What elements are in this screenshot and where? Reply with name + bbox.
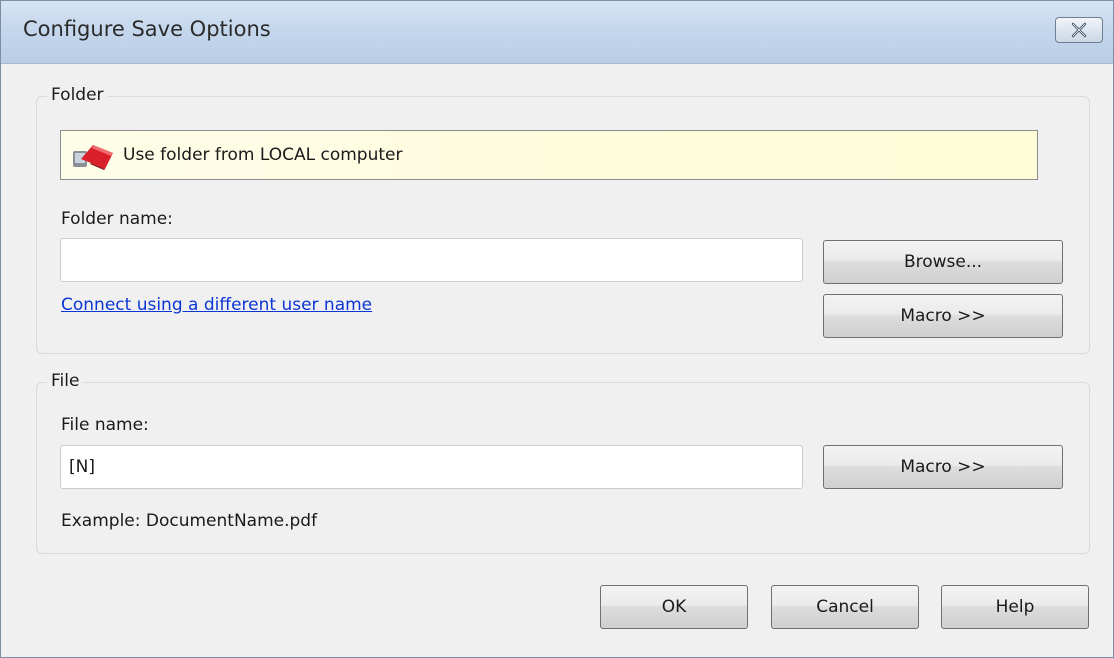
ok-button[interactable]: OK — [600, 585, 748, 629]
close-button[interactable] — [1055, 17, 1103, 43]
window-title: Configure Save Options — [23, 17, 271, 41]
file-name-example: Example: DocumentName.pdf — [61, 511, 318, 531]
connect-different-user-link[interactable]: Connect using a different user name — [61, 295, 372, 315]
close-icon — [1071, 22, 1087, 38]
configure-save-options-dialog: Configure Save Options Folder Use folder… — [0, 0, 1114, 658]
folder-name-label: Folder name: — [61, 209, 173, 229]
folder-macro-button[interactable]: Macro >> — [823, 294, 1063, 338]
title-bar: Configure Save Options — [1, 1, 1113, 64]
folder-name-input[interactable] — [60, 238, 803, 282]
file-name-label: File name: — [61, 415, 149, 435]
help-button[interactable]: Help — [941, 585, 1089, 629]
folder-location-text: Use folder from LOCAL computer — [123, 145, 403, 165]
browse-button[interactable]: Browse... — [823, 240, 1063, 284]
file-macro-button[interactable]: Macro >> — [823, 445, 1063, 489]
folder-group-legend: Folder — [47, 85, 108, 105]
cancel-button[interactable]: Cancel — [771, 585, 919, 629]
file-name-input[interactable]: [N] — [60, 445, 803, 489]
file-group-legend: File — [47, 371, 84, 391]
folder-location-bar[interactable]: Use folder from LOCAL computer — [60, 130, 1038, 180]
local-computer-icon — [73, 145, 113, 170]
